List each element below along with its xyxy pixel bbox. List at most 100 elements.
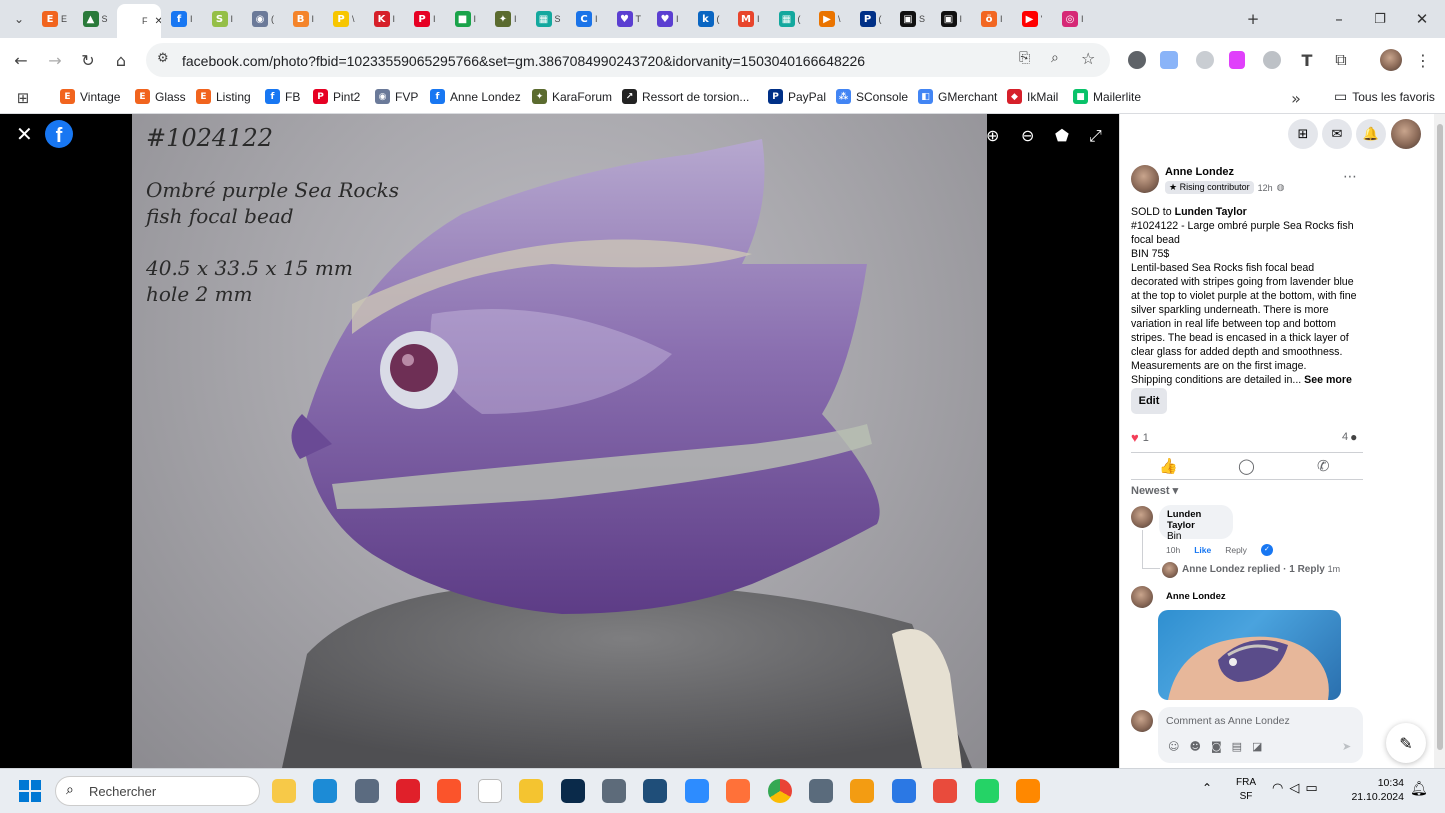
whatsapp-icon[interactable] — [975, 779, 999, 803]
network-volume-battery[interactable]: ◠◁▭ — [1272, 781, 1324, 796]
taskbar-search[interactable]: ⌕ Rechercher — [55, 776, 260, 806]
file-explorer-icon[interactable] — [272, 779, 296, 803]
tag-icon[interactable]: ⬟ — [1055, 126, 1069, 145]
more-bookmarks-chevron-icon[interactable]: » — [1283, 85, 1309, 111]
forward-arrow-icon[interactable]: → — [42, 47, 68, 73]
facebook-logo-icon[interactable]: f — [45, 120, 73, 148]
link-app-icon[interactable] — [809, 779, 833, 803]
scrollbar-thumb[interactable] — [1437, 124, 1443, 750]
fullscreen-icon[interactable]: ⤢ — [1089, 126, 1102, 146]
bookmark-item[interactable]: ■ Mailerlite — [1073, 89, 1141, 104]
like-reaction-icon[interactable]: ✓ — [1260, 544, 1273, 556]
zoom-in-icon[interactable]: ⊕ — [986, 126, 999, 145]
browser-tab[interactable]: ▦( — [773, 4, 809, 34]
bookmark-item[interactable]: f FB — [265, 89, 300, 104]
tab-search-chevron-icon[interactable]: ⌄ — [6, 6, 32, 32]
extension-icon[interactable] — [1263, 51, 1281, 69]
bookmark-item[interactable]: E Glass — [135, 89, 186, 104]
s-app-icon[interactable] — [892, 779, 916, 803]
reply-avatar[interactable] — [1162, 562, 1178, 578]
start-button[interactable] — [19, 780, 41, 802]
author-name[interactable]: Anne Londez — [1165, 166, 1234, 178]
browser-tab[interactable]: ◎ I — [1056, 4, 1092, 34]
close-viewer-icon[interactable]: ✕ — [16, 122, 33, 146]
photo-image[interactable]: #1024122 Ombré purple Sea Rocks fish foc… — [132, 114, 987, 768]
terminal-icon[interactable] — [643, 779, 667, 803]
reactions-count[interactable]: 1 — [1143, 432, 1149, 444]
sold-to-link[interactable]: Lunden Taylor — [1175, 206, 1247, 218]
rising-contributor-badge[interactable]: ★ Rising contributor — [1165, 181, 1254, 194]
browser-tab[interactable]: P( — [854, 4, 890, 34]
opera-icon[interactable] — [396, 779, 420, 803]
menu-dots-icon[interactable]: ⋮ — [1410, 47, 1436, 73]
browser-tab[interactable]: KI — [368, 4, 404, 34]
bookmark-item[interactable]: ⁂ SConsole — [836, 89, 908, 104]
browser-tab[interactable]: k( — [692, 4, 728, 34]
extension-icon[interactable] — [1160, 51, 1178, 69]
tray-chevron-icon[interactable]: ⌃ — [1202, 781, 1212, 795]
firefox-icon[interactable] — [726, 779, 750, 803]
edge-icon[interactable] — [313, 779, 337, 803]
bookmark-item[interactable]: f Anne Londez — [430, 89, 521, 104]
comment-button-icon[interactable]: ◯ — [1238, 457, 1255, 475]
emoji-icon[interactable]: ☻ — [1189, 740, 1200, 753]
new-tab-button[interactable]: + — [1240, 6, 1266, 32]
all-bookmarks[interactable]: ▭ Tous les favoris — [1334, 89, 1435, 105]
close-tab-icon[interactable]: ✕ — [155, 16, 162, 27]
site-settings-icon[interactable]: ⚙ — [157, 51, 169, 66]
bookmark-item[interactable]: ↗ Ressort de torsion... — [622, 89, 749, 104]
address-bar[interactable]: ⚙ facebook.com/photo?fbid=10233559065295… — [146, 43, 1110, 77]
bookmark-item[interactable]: P PayPal — [768, 89, 826, 104]
menu-grid-icon[interactable]: ⊞ — [1288, 119, 1318, 149]
notifications-bell-icon[interactable]: 🔔 — [1356, 119, 1386, 149]
browser-tab[interactable]: öI — [975, 4, 1011, 34]
brave-icon[interactable] — [437, 779, 461, 803]
install-app-icon[interactable]: ⎘ — [1019, 50, 1030, 66]
browser-tab[interactable]: BI — [287, 4, 323, 34]
extension-icon[interactable] — [1229, 51, 1245, 69]
whatsapp-share-icon[interactable]: ✆ — [1317, 457, 1330, 475]
browser-tab[interactable]: ■ I — [449, 4, 485, 34]
browser-tab[interactable]: EE — [36, 4, 72, 34]
folder-icon[interactable] — [519, 779, 543, 803]
tab-active[interactable]: F ✕ — [117, 4, 161, 38]
orange-app-icon[interactable] — [850, 779, 874, 803]
bookmark-item[interactable]: ◆ IkMail — [1007, 89, 1058, 104]
chrome-icon[interactable] — [768, 779, 792, 803]
avatar-sticker-icon[interactable]: ☺ — [1168, 740, 1179, 753]
extension-icon[interactable] — [1128, 51, 1146, 69]
comment-sort-dropdown[interactable]: Newest ▾ — [1131, 484, 1178, 497]
browser-tab[interactable]: ◉( — [246, 4, 282, 34]
browser-tab[interactable]: ▦ S — [530, 4, 566, 34]
profile-avatar[interactable] — [1380, 49, 1402, 71]
s2-app-icon[interactable] — [933, 779, 957, 803]
browser-tab[interactable]: ▶ \ — [813, 4, 849, 34]
bookmark-item[interactable]: E Listing — [196, 89, 251, 104]
browser-tab[interactable]: CI — [570, 4, 606, 34]
browser-tab[interactable]: MI — [732, 4, 768, 34]
author-avatar[interactable] — [1131, 165, 1159, 193]
browser-tab[interactable]: ▣ I — [935, 4, 971, 34]
bookmark-item[interactable]: ◧ GMerchant — [918, 89, 997, 104]
sticker-icon[interactable]: ◪ — [1252, 740, 1262, 753]
account-avatar[interactable] — [1391, 119, 1421, 149]
post-time[interactable]: 12h — [1258, 183, 1273, 193]
minimize-button[interactable]: – — [1326, 6, 1352, 32]
browser-tab[interactable]: SI — [206, 4, 242, 34]
comment-input[interactable]: Comment as Anne Londez — [1166, 715, 1290, 727]
reload-icon[interactable]: ↻ — [75, 47, 101, 73]
edit-button[interactable]: Edit — [1131, 388, 1167, 414]
bookmark-item[interactable]: P Pint2 — [313, 89, 360, 104]
gif-icon[interactable]: ▤ — [1232, 740, 1242, 753]
view-replies-link[interactable]: Anne Londez replied · 1 Reply 1m — [1182, 564, 1340, 575]
browser-tab[interactable]: fI — [165, 4, 201, 34]
comment-like-button[interactable]: Like — [1194, 545, 1211, 555]
scrollbar[interactable] — [1434, 114, 1445, 768]
love-reaction-icon[interactable]: ♥ — [1131, 430, 1139, 445]
bookmark-star-icon[interactable]: ☆ — [1081, 49, 1095, 68]
browser-tab[interactable]: ✦ I — [489, 4, 525, 34]
browser-tab[interactable]: PI — [408, 4, 444, 34]
comment-reply-button[interactable]: Reply — [1225, 545, 1247, 555]
comment-author[interactable]: Lunden Taylor — [1167, 509, 1225, 531]
new-message-icon[interactable]: ✎ — [1386, 723, 1426, 763]
